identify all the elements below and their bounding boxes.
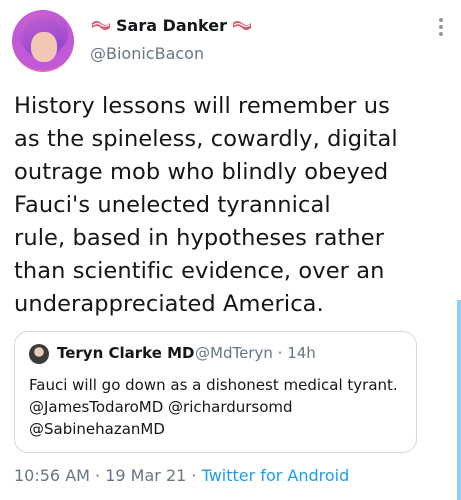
tweet-time[interactable]: 10:56 AM (14, 466, 90, 485)
quoted-display-name: Teryn Clarke MD (57, 344, 195, 362)
quoted-meta: @MdTeryn · 14h (195, 344, 316, 362)
quoted-avatar (29, 344, 49, 364)
tweet-line: than scientific evidence, over an (14, 258, 385, 284)
quoted-line: @JamesTodaroMD @richardursomd (29, 398, 293, 416)
tweet-text: History lessons will remember us as the … (14, 90, 434, 321)
tweet-footer: 10:56 AM · 19 Mar 21 · Twitter for Andro… (14, 466, 349, 485)
quoted-line: Fauci will go down as a dishonest medica… (29, 376, 398, 394)
bacon-icon (92, 20, 110, 30)
quoted-tweet-card[interactable]: Teryn Clarke MD @MdTeryn · 14h Fauci wil… (14, 331, 417, 453)
tweet-date[interactable]: 19 Mar 21 (105, 466, 186, 485)
scrollbar[interactable] (457, 300, 461, 500)
footer-separator: · (191, 466, 197, 485)
tweet-source-app[interactable]: Twitter for Android (202, 466, 350, 485)
avatar-face (31, 32, 57, 62)
tweet-line: underappreciated America. (14, 291, 324, 317)
more-options-icon[interactable] (439, 18, 443, 39)
quoted-separator: · (277, 344, 283, 362)
tweet-line: as the spineless, cowardly, digital (14, 126, 398, 152)
footer-separator: · (95, 466, 101, 485)
quoted-line: @SabinehazanMD (29, 420, 165, 438)
bacon-icon (233, 20, 251, 30)
author-handle[interactable]: @BionicBacon (90, 44, 204, 63)
author-display-name[interactable]: Sara Danker (116, 16, 227, 35)
author-name-row[interactable]: Sara Danker (90, 16, 253, 35)
quoted-text: Fauci will go down as a dishonest medica… (29, 374, 409, 440)
avatar[interactable] (12, 10, 74, 72)
quoted-handle: @MdTeryn (195, 344, 273, 362)
tweet-line: Fauci's unelected tyrannical (14, 192, 331, 218)
tweet-line: rule, based in hypotheses rather (14, 225, 385, 251)
tweet-line: History lessons will remember us (14, 93, 390, 119)
quoted-time: 14h (287, 344, 316, 362)
tweet-line: outrage mob who blindly obeyed (14, 159, 389, 185)
